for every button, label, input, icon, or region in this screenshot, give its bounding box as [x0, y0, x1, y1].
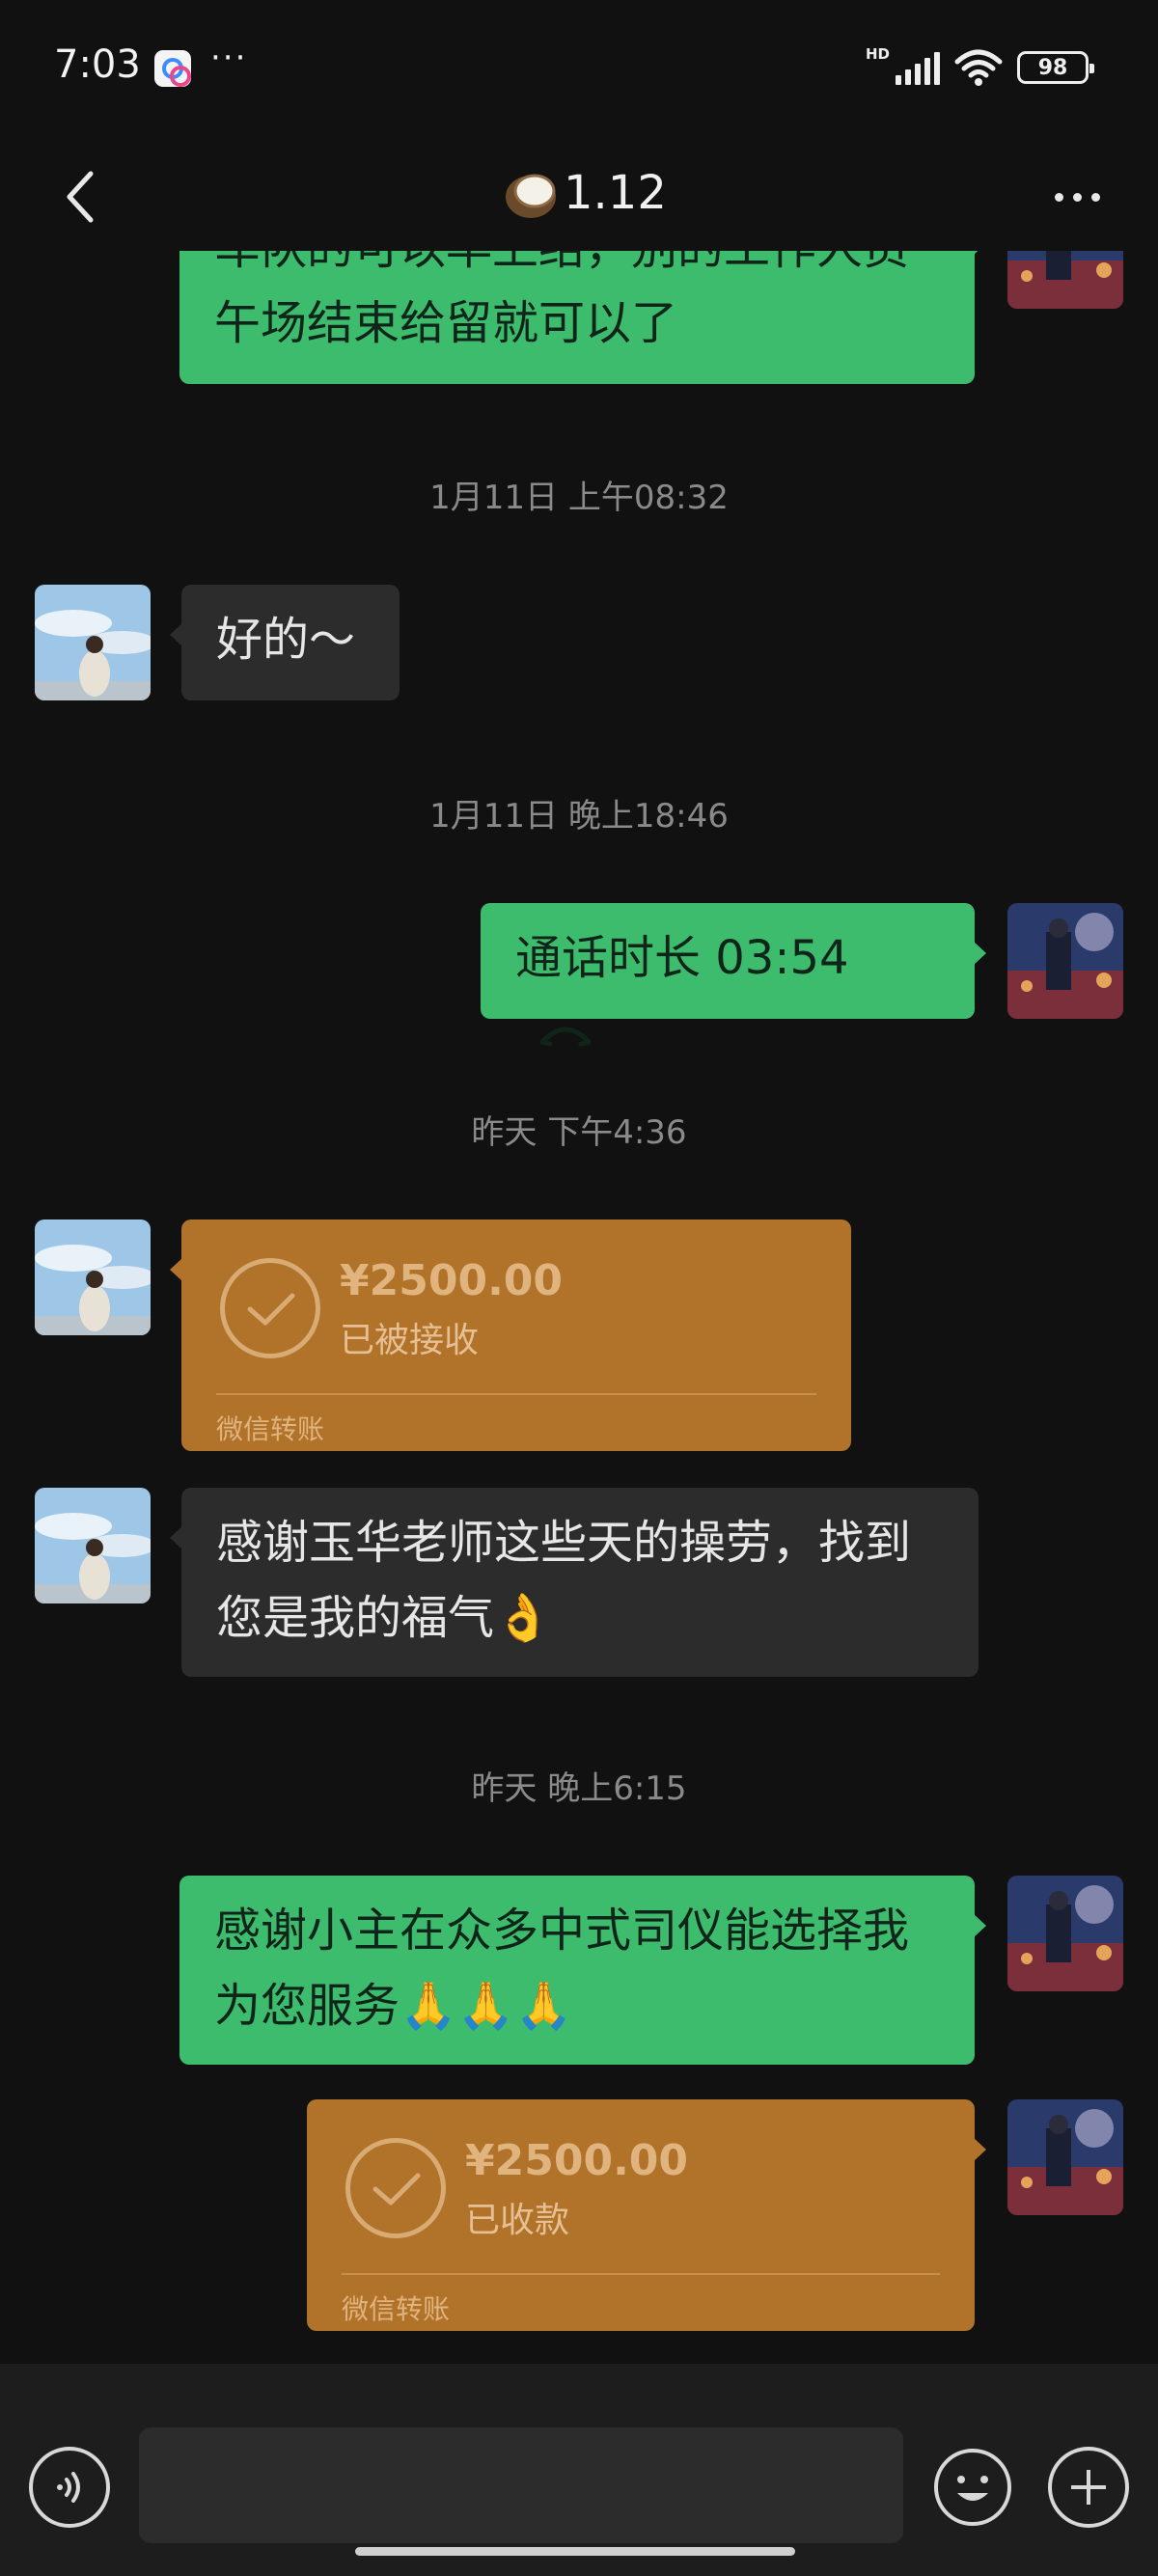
message-input-bar — [0, 2364, 1158, 2576]
emoji-button[interactable] — [932, 2447, 1013, 2528]
check-circle-icon — [220, 1258, 320, 1358]
divider — [216, 1393, 816, 1395]
coconut-icon — [506, 174, 556, 218]
my-avatar[interactable] — [1007, 903, 1123, 1019]
transfer-label: 微信转账 — [216, 1413, 325, 1445]
message-bubble-sent[interactable]: 感谢小主在众多中式司仪能选择我 为您服务🙏🙏🙏 — [179, 1876, 986, 2065]
transfer-status: 已被接收 — [340, 1321, 480, 1360]
message-bubble-received[interactable]: 感谢玉华老师这些天的操劳，找到 您是我的福气👌 — [170, 1488, 979, 1677]
transfer-label: 微信转账 — [342, 2293, 451, 2325]
call-record-bubble[interactable]: 通话时长 03:54 — [481, 903, 986, 1047]
transfer-amount: ¥2500.00 — [465, 2136, 689, 2185]
contact-avatar[interactable] — [35, 1488, 151, 1603]
timestamp: 昨天 下午4:36 — [471, 1113, 687, 1152]
status-more-icon: ··· — [210, 39, 248, 77]
message-bubble-received[interactable]: 好的～ — [170, 585, 400, 700]
more-icon-dot — [1090, 192, 1100, 202]
transfer-amount: ¥2500.00 — [340, 1256, 564, 1305]
timestamp: 1月11日 晚上18:46 — [429, 797, 729, 836]
battery-level: 98 — [1037, 55, 1068, 80]
my-avatar[interactable] — [1007, 251, 1123, 309]
message-text-input[interactable] — [139, 2427, 903, 2543]
message-text-line: 您是我的福气👌 — [216, 1591, 552, 1645]
message-text-line: 感谢玉华老师这些天的操劳，找到 — [216, 1516, 912, 1570]
my-avatar[interactable] — [1007, 1876, 1123, 1991]
wifi-icon — [954, 49, 1003, 86]
emoji-icon — [934, 2449, 1011, 2526]
voice-icon — [57, 2472, 80, 2503]
message-bubble-sent[interactable]: 车队的可以早上结，别的工作人员 午场结束给留就可以了 — [179, 251, 986, 384]
divider — [342, 2273, 940, 2275]
hd-label: HD — [865, 45, 890, 63]
chevron-left-icon — [67, 171, 94, 223]
status-bar: 7:03 ··· HD 98 — [0, 0, 1158, 135]
transfer-card-sent[interactable]: ¥2500.00 已收款 微信转账 — [307, 2099, 986, 2331]
more-icon-dot — [1054, 192, 1063, 202]
check-circle-icon — [345, 2138, 446, 2238]
battery-icon: 98 — [1017, 51, 1094, 84]
app-notification-icon — [154, 50, 191, 87]
more-icon-dot — [1072, 192, 1082, 202]
chat-title: 1.12 — [502, 164, 667, 222]
status-indicators: HD 98 — [865, 45, 1094, 87]
contact-avatar[interactable] — [35, 585, 151, 700]
message-text-line: 感谢小主在众多中式司仪能选择我 — [214, 1904, 910, 1958]
message-text-line: 车队的可以早上结，别的工作人员 — [214, 251, 940, 286]
home-indicator[interactable] — [355, 2547, 795, 2556]
message-text-line: 午场结束给留就可以了 — [214, 296, 678, 350]
plus-button[interactable] — [1048, 2447, 1129, 2528]
contact-avatar[interactable] — [35, 1219, 151, 1335]
back-button[interactable] — [42, 158, 120, 235]
chat-title-text: 1.12 — [564, 166, 667, 220]
more-options-button[interactable] — [1038, 158, 1116, 235]
transfer-card-received[interactable]: ¥2500.00 已被接收 微信转账 — [170, 1219, 851, 1451]
voice-input-button[interactable] — [29, 2447, 110, 2528]
transfer-status: 已收款 — [465, 2201, 570, 2240]
call-duration-text: 通话时长 03:54 — [515, 931, 849, 985]
chat-header: 1.12 — [0, 135, 1158, 260]
timestamp: 1月11日 上午08:32 — [429, 479, 729, 517]
chat-messages[interactable]: 车队的可以早上结，别的工作人员 午场结束给留就可以了 1月11日 上午08:32… — [0, 251, 1158, 2364]
signal-icon — [896, 50, 940, 85]
timestamp: 昨天 晚上6:15 — [471, 1769, 687, 1808]
my-avatar[interactable] — [1007, 2099, 1123, 2215]
status-time: 7:03 — [54, 42, 141, 87]
message-text: 好的～ — [216, 613, 356, 667]
phone-hangup-icon — [539, 1027, 592, 1047]
message-text-line: 为您服务🙏🙏🙏 — [214, 1979, 573, 2033]
